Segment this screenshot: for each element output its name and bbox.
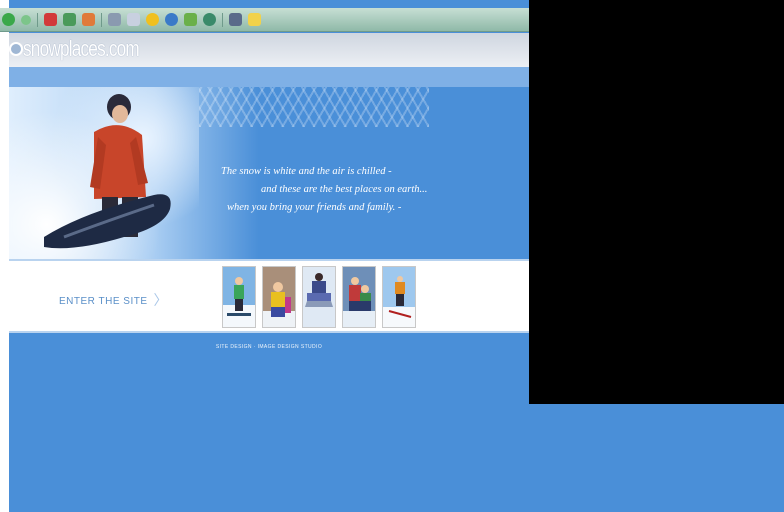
snowboarder-photo	[44, 94, 171, 249]
decorative-pattern	[199, 87, 429, 127]
edit-icon[interactable]	[229, 13, 242, 26]
stop-icon[interactable]	[44, 13, 57, 26]
site-header: snowplaces.com	[9, 33, 529, 67]
thumbnail-family-yellow-coat[interactable]	[262, 266, 296, 328]
site-logo[interactable]: snowplaces.com	[23, 36, 140, 62]
quote-line-1: The snow is white and the air is chilled…	[221, 166, 392, 177]
mail-icon[interactable]	[127, 13, 140, 26]
media-icon[interactable]	[184, 13, 197, 26]
toolbar-separator	[222, 12, 223, 27]
print-icon[interactable]	[108, 13, 121, 26]
enter-site-link[interactable]: ENTER THE SITE 〉	[59, 290, 168, 310]
favorites-icon[interactable]	[146, 13, 159, 26]
thumbnail-snowboarder-green[interactable]	[222, 266, 256, 328]
quote-line-3: when you bring your friends and family. …	[227, 202, 402, 213]
hero-quote: The snow is white and the air is chilled…	[199, 163, 479, 217]
logo-globe-icon	[9, 42, 23, 56]
window-left-edge	[0, 0, 9, 512]
history-icon[interactable]	[203, 13, 216, 26]
thumbnail-skier-orange[interactable]	[382, 266, 416, 328]
header-band	[9, 67, 529, 87]
chevron-right-icon: 〉	[153, 292, 168, 308]
quote-line-2: and these are the best places on earth..…	[261, 184, 428, 195]
thumbnail-children-in-snow[interactable]	[342, 266, 376, 328]
forward-icon[interactable]	[21, 14, 31, 25]
footer-credit-link[interactable]: SITE DESIGN · IMAGE DESIGN STUDIO	[9, 344, 529, 350]
toolbar-separator	[101, 12, 102, 27]
black-panel	[529, 0, 784, 404]
toolbar-separator	[37, 12, 38, 27]
globe-icon[interactable]	[165, 13, 178, 26]
enter-site-label: ENTER THE SITE	[59, 296, 148, 307]
home-icon[interactable]	[82, 13, 95, 26]
refresh-icon[interactable]	[63, 13, 76, 26]
browser-toolbar	[0, 8, 529, 32]
entry-band: ENTER THE SITE 〉	[9, 259, 529, 333]
folder-icon[interactable]	[248, 13, 261, 26]
thumbnail-sledding-group[interactable]	[302, 266, 336, 328]
back-icon[interactable]	[2, 13, 15, 26]
hero-banner: The snow is white and the air is chilled…	[9, 87, 529, 259]
photo-thumbnails	[222, 266, 416, 328]
